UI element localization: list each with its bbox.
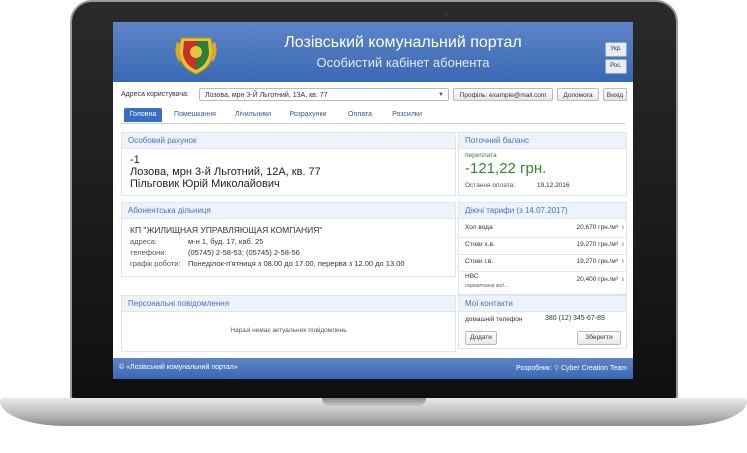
last-payment-date: 19.12.2016 [537, 182, 570, 189]
contacts-panel: Мої контакти домашній телефон 380 (12) 3… [458, 295, 627, 349]
balance-panel: Поточний баланс переплата -121,22 грн. О… [458, 132, 627, 196]
tariff-row: Стоки г.в. 19,270 грн./м³ ⇕ [459, 254, 626, 272]
add-contact-button[interactable]: Додати [465, 331, 497, 345]
balance-panel-title: Поточний баланс [459, 133, 626, 149]
user-address-bar: Адреса користувача: Лозова, мрн 3-Й Льго… [113, 85, 633, 105]
messages-empty-text: Наразі немає актуальних повідомлень [230, 327, 347, 334]
tariff-row: Хол вода 20,670 грн./м³ ⇕ [459, 220, 626, 238]
tariff-value: 19,270 грн./м³ [576, 258, 618, 265]
company-name: КП "ЖИЛИЩНАЯ УПРАВЛЯЮЩАЯ КОМПАНИЯ" [130, 225, 323, 235]
phones-label: телефони: [130, 248, 167, 257]
sort-updown-icon: ⇕ [620, 277, 625, 283]
schedule-label: графік роботи: [130, 259, 181, 268]
account-panel-title: Особовий рахунок [122, 133, 455, 149]
tariff-note: нормативне вод... [465, 283, 509, 289]
developer-logo-icon: ⚲ [553, 365, 560, 372]
developer-label: Розробник: [515, 365, 552, 372]
schedule-value: Понеділок-п'ятниця з 08.00 до 17.00, пер… [188, 259, 405, 268]
tariff-value: 20,400 грн./м³ [576, 276, 618, 283]
tariff-name: Хол вода [465, 224, 493, 231]
help-button[interactable]: Допомога [557, 88, 599, 101]
tariff-row: Стоки х.в. 19,270 грн./м³ ⇕ [459, 237, 626, 255]
subscriber-station-panel: Абонентська дільниця КП "ЖИЛИЩНАЯ УПРАВЛ… [121, 202, 456, 277]
portal-title: Лозівський комунальний портал [284, 34, 522, 51]
sort-updown-icon: ⇕ [620, 242, 625, 248]
tab-premises[interactable]: Помешкання [169, 108, 221, 122]
tariffs-panel: Діючі тарифи (з 14.07.2017) Хол вода 20,… [458, 202, 627, 295]
phones-value: (05745) 2-58-53; (05745) 2-58-56 [188, 248, 300, 257]
messages-panel-title: Персональні повідомлення [122, 296, 455, 312]
address-select[interactable]: Лозова, мрн 3-Й Льготний, 13А, кв. 77 ▼ [199, 88, 449, 101]
messages-panel: Персональні повідомлення Наразі немає ак… [121, 295, 456, 352]
laptop-notch [322, 398, 426, 406]
tariffs-panel-title: Діючі тарифи (з 14.07.2017) [459, 203, 626, 219]
footer-developer: Розробник: ⚲ Cyber Creation Team [516, 364, 627, 372]
tariff-value: 19,270 грн./м³ [576, 241, 618, 248]
home-phone-value[interactable]: 380 (12) 345-67-89 [545, 315, 605, 322]
tab-home[interactable]: Головна [124, 108, 162, 122]
browser-screen: Лозівський комунальний портал Особистий … [113, 22, 633, 379]
balance-amount: -121,22 грн. [465, 160, 547, 177]
address-select-value: Лозова, мрн 3-Й Льготний, 13А, кв. 77 [205, 92, 328, 99]
tab-payment[interactable]: Оплата [340, 108, 380, 122]
office-address-label: адреса: [130, 237, 157, 246]
camera-dot [444, 11, 449, 16]
subscriber-panel-title: Абонентська дільниця [122, 203, 455, 219]
address-label: Адреса користувача: [121, 91, 189, 98]
contacts-panel-title: Мої контакти [459, 296, 626, 312]
developer-link[interactable]: Cyber Creation Team [561, 365, 627, 372]
exit-button[interactable]: Вихід [603, 88, 627, 101]
sort-updown-icon: ⇕ [620, 225, 625, 231]
balance-status: переплата [465, 152, 497, 159]
language-ukr-button[interactable]: Укр. [605, 42, 627, 57]
last-payment-label: Остання оплата: [465, 182, 516, 189]
city-coat-of-arms-icon [175, 37, 217, 75]
tab-meters[interactable]: Лічильники [229, 108, 277, 122]
account-owner: Пільговик Юрій Миколайович [130, 178, 280, 190]
tariff-name: НВС [465, 273, 479, 280]
tariff-name: Стоки х.в. [465, 241, 495, 248]
language-rus-button[interactable]: Рос. [605, 59, 627, 74]
tariff-value: 20,670 грн./м³ [576, 224, 618, 231]
account-panel: Особовий рахунок -1 Лозова, мрн 3-й Льго… [121, 132, 456, 196]
tariff-name: Стоки г.в. [465, 258, 494, 265]
portal-subtitle: Особистий кабінет абонента [316, 55, 490, 70]
portal-footer: © «Лозівський комунальний портал» Розроб… [113, 358, 633, 379]
main-tabs: Головна Помешкання Лічильники Розрахунки… [121, 107, 625, 124]
chevron-down-icon: ▼ [438, 92, 444, 98]
save-contacts-button[interactable]: Зберегти [577, 331, 621, 345]
account-number: -1 [130, 154, 140, 166]
tab-mailings[interactable]: Розсилки [385, 108, 429, 122]
sort-updown-icon: ⇕ [620, 259, 625, 265]
footer-copyright: © «Лозівський комунальний портал» [119, 364, 238, 371]
portal-header: Лозівський комунальний портал Особистий … [113, 22, 633, 82]
tariff-row: НВС нормативне вод... 20,400 грн./м³ ⇕ [459, 271, 626, 293]
tab-accounts[interactable]: Розрахунки [283, 108, 333, 122]
account-address: Лозова, мрн 3-й Льготний, 12А, кв. 77 [130, 166, 321, 178]
profile-button[interactable]: Профіль: example@mail.com [453, 88, 553, 101]
home-phone-label: домашній телефон [465, 316, 523, 323]
office-address-value: м-н 1, буд. 17, каб. 25 [188, 237, 264, 246]
